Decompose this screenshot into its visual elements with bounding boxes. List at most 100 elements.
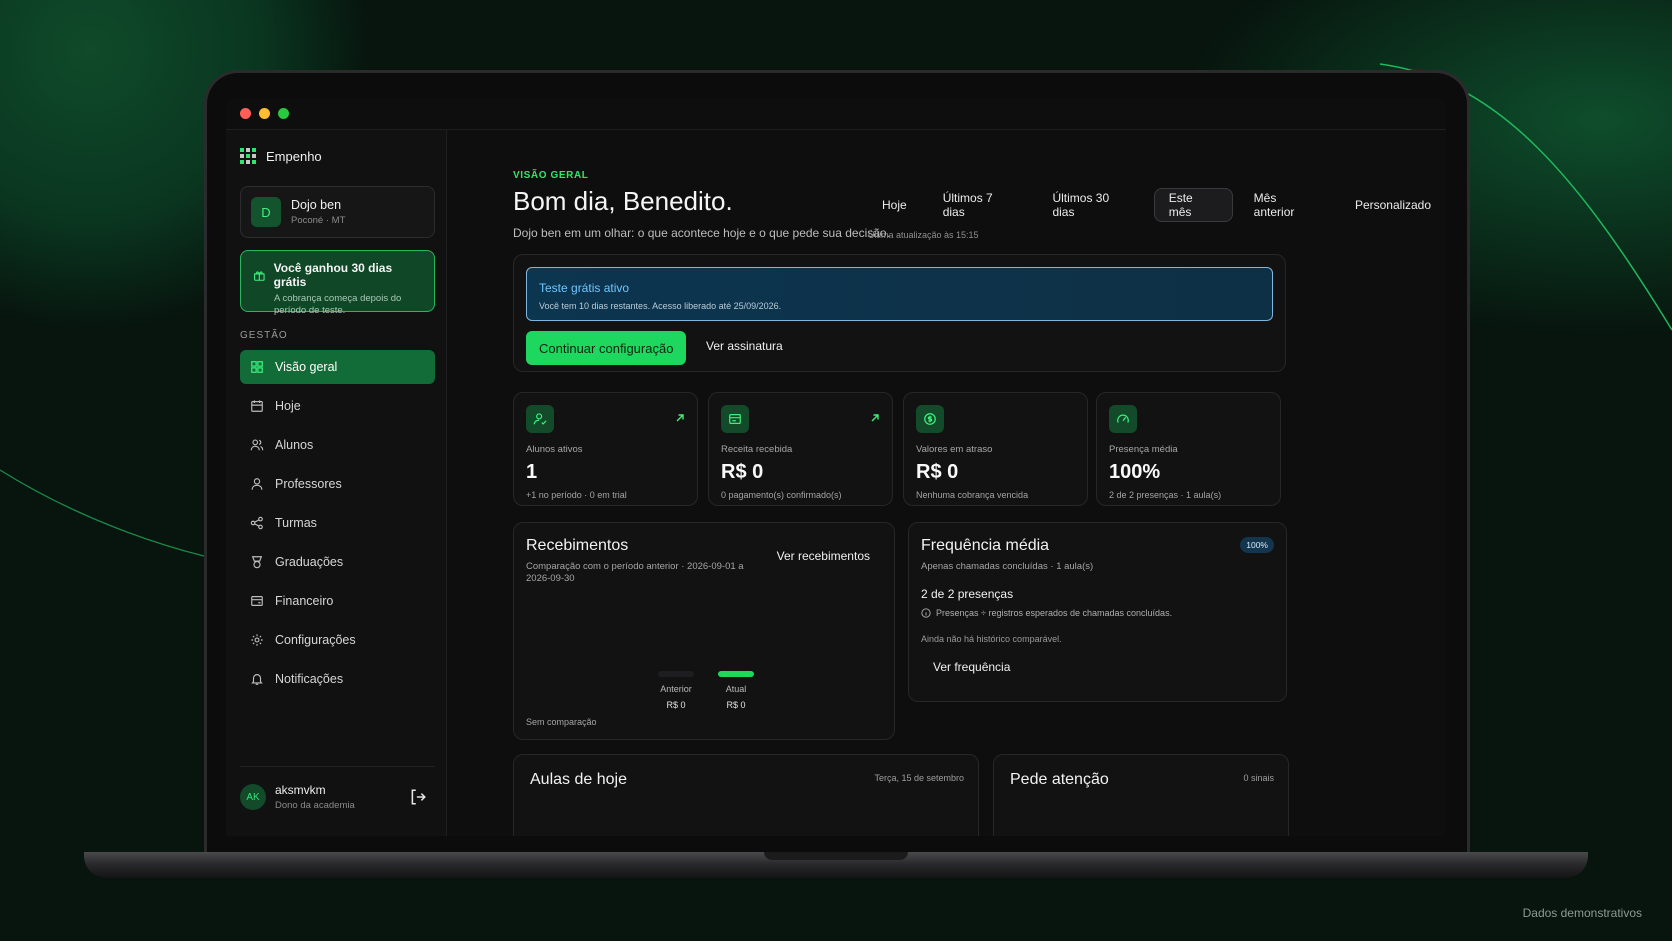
sidebar-item-professores[interactable]: Professores [240,467,435,501]
bar-anterior: Anterior R$ 0 [654,671,698,710]
bar-atual-fill [718,671,754,677]
sidebar-item-graduacoes[interactable]: Graduações [240,545,435,579]
sidebar-item-label: Professores [275,477,342,491]
user-role: Dono da academia [275,800,355,811]
tab-mes-anterior[interactable]: Mês anterior [1239,188,1334,222]
aulas-de-hoje-panel: Aulas de hoje Terça, 15 de setembro [513,754,979,836]
user-icon [251,478,263,490]
arrow-up-right-icon [676,414,684,422]
sidebar-item-label: Graduações [275,555,344,569]
stat-label: Presença média [1109,444,1178,455]
brand[interactable]: Empenho [240,148,322,164]
frequencia-empty: Ainda não há histórico comparável. [921,634,1062,644]
stat-label: Receita recebida [721,444,793,455]
logout-icon[interactable] [409,788,427,806]
minimize-window-button[interactable] [259,108,270,119]
stat-value: R$ 0 [721,461,764,483]
tab-ultimos-30-dias[interactable]: Últimos 30 dias [1037,188,1147,222]
sidebar-item-label: Hoje [275,399,301,413]
app-window: Empenho D Dojo ben Poconé · MT Você ganh… [226,98,1446,836]
sidebar-item-label: Alunos [275,438,314,452]
arrow-up-right-icon [871,414,879,422]
maximize-window-button[interactable] [278,108,289,119]
trial-banner-subtitle: Você tem 10 dias restantes. Acesso liber… [539,301,782,311]
sidebar-item-hoje[interactable]: Hoje [240,389,435,423]
sidebar-nav: Visão geral Hoje Alunos Professores Turm… [240,350,435,701]
trial-banner-title: Teste grátis ativo [539,281,630,295]
page-title: Bom dia, Benedito. [513,186,733,216]
wallet-icon [721,405,749,433]
stat-card-receita-recebida[interactable]: Receita recebida R$ 0 0 pagamento(s) con… [708,392,893,506]
stat-label: Alunos ativos [526,444,583,455]
trial-banner: Teste grátis ativo Você tem 10 dias rest… [526,267,1273,321]
nav-section-label: GESTÃO [240,330,288,341]
frequencia-note: Presenças ÷ registros esperados de chama… [936,608,1173,618]
view-subscription-link[interactable]: Ver assinatura [706,339,783,353]
sidebar-item-visao-geral[interactable]: Visão geral [240,350,435,384]
stat-sub: Nenhuma cobrança vencida [916,490,1029,500]
sidebar-item-turmas[interactable]: Turmas [240,506,435,540]
sidebar-item-label: Notificações [275,672,344,686]
brand-logo-icon [240,148,256,164]
tab-este-mes[interactable]: Este mês [1153,188,1233,222]
sidebar-item-notificacoes[interactable]: Notificações [240,662,435,696]
brand-name: Empenho [266,148,322,164]
trial-promo-subtitle: A cobrança começa depois do período de t… [274,293,402,316]
sidebar-item-label: Turmas [275,516,317,530]
laptop-base [84,852,1588,878]
stat-value: 100% [1109,461,1161,483]
share-icon [250,516,263,530]
aulas-date: Terça, 15 de setembro [874,773,964,783]
sidebar-item-alunos[interactable]: Alunos [240,428,435,462]
view-recebimentos-link[interactable]: Ver recebimentos [777,549,870,563]
stat-card-alunos-ativos[interactable]: Alunos ativos 1 +1 no período · 0 em tri… [513,392,698,506]
stat-card-presenca-media[interactable]: Presença média 100% 2 de 2 presenças · 1… [1096,392,1281,506]
sidebar: Empenho D Dojo ben Poconé · MT Você ganh… [226,130,447,836]
trial-status-panel: Teste grátis ativo Você tem 10 dias rest… [513,254,1286,372]
frequencia-title: Frequência média [921,537,1050,554]
tab-hoje[interactable]: Hoje [867,188,922,222]
trial-promo-title: Você ganhou 30 dias grátis [273,261,393,289]
stat-sub: 2 de 2 presenças · 1 aula(s) [1109,490,1222,500]
users-icon [250,439,264,451]
gauge-icon [1109,405,1137,433]
user-name: aksmvkm [275,783,326,797]
stat-sub: 0 pagamento(s) confirmado(s) [721,490,842,500]
recebimentos-subtitle: Comparação com o período anterior · 2026… [526,561,744,584]
sidebar-item-configuracoes[interactable]: Configurações [240,623,435,657]
continue-setup-button[interactable]: Continuar configuração [526,331,687,365]
frequencia-panel: Frequência média Apenas chamadas concluí… [908,522,1287,702]
bar-anterior-fill [658,671,694,677]
calendar-icon [251,400,263,412]
tab-personalizado[interactable]: Personalizado [1340,188,1446,222]
gear-icon [251,634,263,646]
org-switcher[interactable]: D Dojo ben Poconé · MT [240,186,435,238]
tab-ultimos-7-dias[interactable]: Últimos 7 dias [928,188,1032,222]
stat-card-valores-em-atraso[interactable]: Valores em atraso R$ 0 Nenhuma cobrança … [903,392,1088,506]
last-updated: Última atualização às 15:15 [868,230,979,240]
view-frequencia-link[interactable]: Ver frequência [933,660,1274,674]
window-titlebar [226,98,1446,130]
pede-atencao-panel: Pede atenção 0 sinais [993,754,1289,836]
sidebar-item-financeiro[interactable]: Financeiro [240,584,435,618]
bar-atual: Atual R$ 0 [714,671,758,710]
page-subtitle: Dojo ben em um olhar: o que acontece hoj… [513,226,890,240]
user-profile[interactable]: AK aksmvkm Dono da academia [240,766,435,811]
info-icon [921,608,931,618]
dollar-icon [916,405,944,433]
frequencia-note-row: Presenças ÷ registros esperados de chama… [921,608,1274,618]
close-window-button[interactable] [240,108,251,119]
sidebar-item-label: Visão geral [275,360,338,374]
status-badge: 100% [1240,537,1274,553]
stat-value: R$ 0 [916,461,959,483]
stat-label: Valores em atraso [916,444,993,455]
wallet-icon [251,596,263,606]
bar-value: R$ 0 [726,700,746,710]
trial-promo-card[interactable]: Você ganhou 30 dias grátis A cobrança co… [240,250,435,316]
atencao-count: 0 sinais [1243,773,1274,783]
atencao-title: Pede atenção [1010,771,1109,788]
avatar: AK [240,784,266,810]
frequencia-main: 2 de 2 presenças [921,587,1014,601]
bar-value: R$ 0 [666,700,686,710]
bar-label: Anterior [660,684,692,694]
